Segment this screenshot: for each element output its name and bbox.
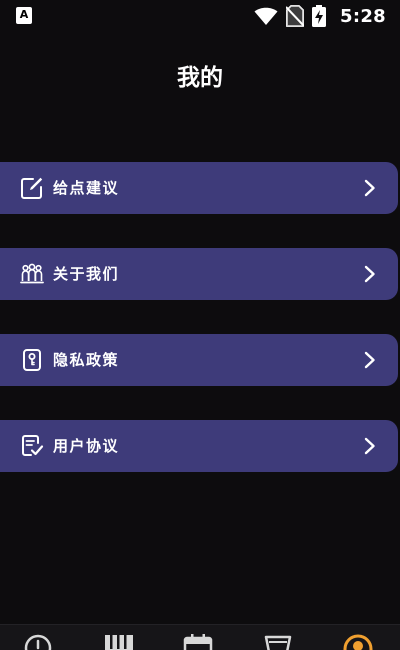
privacy-icon xyxy=(23,349,41,371)
menu-item-label: 用户协议 xyxy=(53,437,120,455)
chevron-right-icon xyxy=(364,265,375,283)
chevron-right-icon xyxy=(364,437,375,455)
status-bar: A 5:28 xyxy=(0,0,400,32)
status-right: 5:28 xyxy=(254,4,386,28)
menu-item-privacy-policy[interactable]: 隐私政策 xyxy=(0,334,398,386)
calendar-icon[interactable] xyxy=(183,633,213,650)
piano-icon[interactable] xyxy=(104,633,134,650)
menu-item-about-us[interactable]: 关于我们 xyxy=(0,248,398,300)
battery-charging-icon xyxy=(312,5,327,27)
clock-icon[interactable] xyxy=(23,633,53,650)
agreement-icon xyxy=(22,435,44,456)
chevron-right-icon xyxy=(364,351,375,369)
bottom-nav xyxy=(0,624,400,650)
cup-icon[interactable] xyxy=(263,633,293,650)
status-time: 5:28 xyxy=(340,5,386,27)
people-icon xyxy=(20,263,44,284)
app-notification-icon: A xyxy=(16,7,32,24)
edit-icon xyxy=(21,177,43,199)
menu-item-feedback[interactable]: 给点建议 xyxy=(0,162,398,214)
page-title: 我的 xyxy=(177,65,223,91)
menu-item-label: 给点建议 xyxy=(53,179,120,197)
profile-icon[interactable] xyxy=(343,633,373,650)
menu-item-label: 关于我们 xyxy=(53,265,120,283)
chevron-right-icon xyxy=(364,179,375,197)
no-sim-icon xyxy=(286,5,305,27)
wifi-icon xyxy=(254,7,278,25)
menu-item-label: 隐私政策 xyxy=(53,351,120,369)
menu-item-user-agreement[interactable]: 用户协议 xyxy=(0,420,398,472)
